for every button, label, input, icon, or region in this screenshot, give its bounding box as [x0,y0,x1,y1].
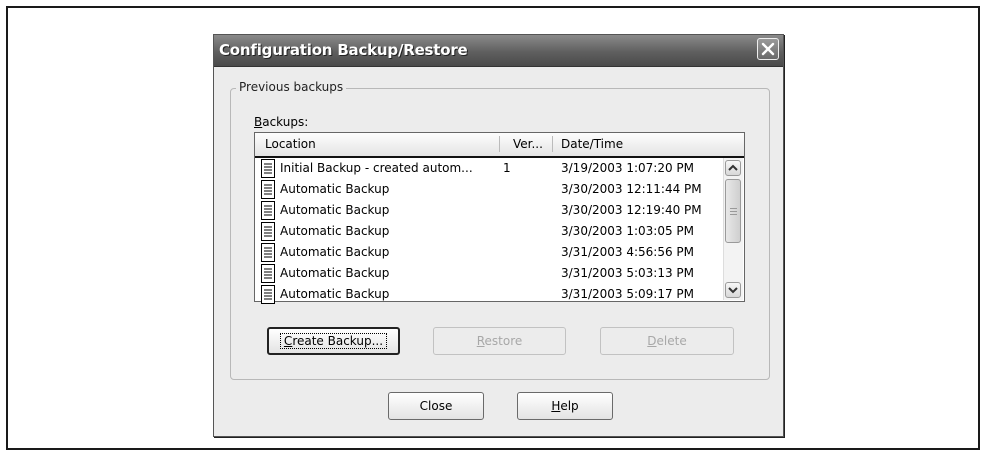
cell-datetime: 3/30/2003 12:19:40 PM [561,203,702,217]
thumb-grip [730,208,737,209]
help-label: Help [551,399,579,413]
create-backup-label: Create Backup... [279,333,388,349]
backups-list[interactable]: Location Ver... Date/Time Initial Backup… [254,132,745,304]
list-item[interactable]: Automatic Backup 3/31/2003 4:56:56 PM [255,243,725,264]
scroll-down-icon [728,287,738,294]
list-item[interactable]: Automatic Backup 3/31/2003 5:03:13 PM [255,264,725,285]
backups-label: Backups: [254,115,309,129]
list-item[interactable]: Automatic Backup 3/30/2003 12:11:44 PM [255,180,725,201]
delete-button[interactable]: Delete [600,327,734,355]
scroll-thumb[interactable] [725,179,741,243]
thumb-grip [730,211,737,212]
document-icon [261,264,275,283]
cell-version: 1 [503,161,511,175]
thumb-grip [730,214,737,215]
vertical-scrollbar[interactable] [723,158,743,300]
restore-label: Restore [476,334,523,348]
restore-button[interactable]: Restore [433,327,566,355]
cell-datetime: 3/31/2003 5:09:17 PM [561,287,695,301]
cell-location: Automatic Backup [280,224,390,238]
document-icon [261,159,275,178]
close-icon [761,42,775,56]
help-button[interactable]: Help [517,392,613,420]
cell-location: Automatic Backup [280,287,390,301]
scroll-down-button[interactable] [725,282,741,298]
cell-datetime: 3/31/2003 5:03:13 PM [561,266,695,280]
close-button[interactable]: Close [388,392,484,420]
document-icon [261,201,275,220]
list-item[interactable]: Initial Backup - created autom... 1 3/19… [255,159,725,180]
cell-location: Automatic Backup [280,266,390,280]
cell-location: Automatic Backup [280,245,390,259]
cell-datetime: 3/31/2003 4:56:56 PM [561,245,695,259]
list-header: Location Ver... Date/Time [255,133,744,158]
dialog-title: Configuration Backup/Restore [219,41,468,59]
cell-datetime: 3/30/2003 1:03:05 PM [561,224,695,238]
close-window-button[interactable] [757,38,779,60]
list-item[interactable]: Automatic Backup 3/31/2003 5:09:17 PM [255,285,725,306]
document-icon [261,222,275,241]
list-item[interactable]: Automatic Backup 3/30/2003 1:03:05 PM [255,222,725,243]
document-icon [261,243,275,262]
document-icon [261,180,275,199]
column-header-datetime[interactable]: Date/Time [561,137,623,151]
title-bar[interactable]: Configuration Backup/Restore [214,35,783,67]
column-divider[interactable] [552,136,553,152]
cell-datetime: 3/19/2003 1:07:20 PM [561,161,695,175]
cell-location: Automatic Backup [280,203,390,217]
list-item[interactable]: Automatic Backup 3/30/2003 12:19:40 PM [255,201,725,222]
column-divider[interactable] [499,136,500,152]
close-label: Close [419,399,453,413]
create-backup-button[interactable]: Create Backup... [267,327,400,355]
cell-datetime: 3/30/2003 12:11:44 PM [561,182,702,196]
column-header-location[interactable]: Location [265,137,316,151]
group-label: Previous backups [236,80,347,94]
column-header-version[interactable]: Ver... [513,137,543,151]
cell-location: Initial Backup - created autom... [280,161,473,175]
scroll-up-button[interactable] [725,160,741,176]
document-icon [261,285,275,304]
cell-location: Automatic Backup [280,182,390,196]
delete-label: Delete [647,334,687,348]
scroll-up-icon [728,164,738,171]
backup-restore-dialog: Configuration Backup/Restore Previous ba… [213,34,784,437]
